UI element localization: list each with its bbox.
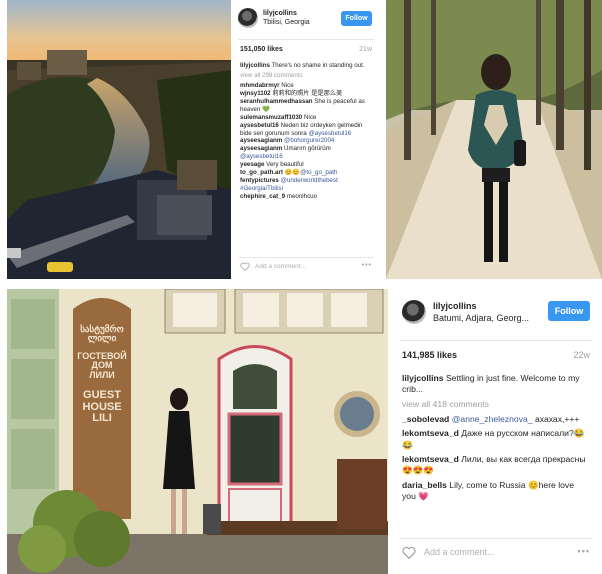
post2-add-comment-input[interactable]: Add a comment... bbox=[424, 547, 495, 557]
avatar[interactable] bbox=[238, 8, 258, 28]
post1-follow-button[interactable]: Follow bbox=[341, 11, 372, 26]
heart-icon[interactable] bbox=[402, 546, 416, 559]
comment: daria_bells Lily, come to Russia 😊here l… bbox=[402, 479, 574, 502]
comment: ayseesagianm @bohorgurer2004 bbox=[240, 137, 335, 145]
park-path-image bbox=[386, 0, 602, 279]
post1-location[interactable]: Tbilisi, Georgia bbox=[263, 18, 329, 27]
comment: chephire_cat_9 meonlhcuo bbox=[240, 193, 318, 200]
divider bbox=[400, 340, 592, 341]
comment: sulemansmuzaff1030 Nice bbox=[240, 113, 317, 121]
comment: lekomtseva_d Даже на русском написали?😂😂 bbox=[402, 428, 585, 450]
post2-view-all[interactable]: view all 418 comments bbox=[402, 399, 590, 410]
tbilisi-river-image bbox=[7, 0, 231, 279]
comment: wjnsy1102 莉莉和的照片 是是那么美 bbox=[240, 89, 343, 97]
comment: yeesage Very beautiful bbox=[240, 161, 304, 169]
post2-likes-row: 141,985 likes 22w bbox=[402, 350, 590, 360]
post2-more-options-icon[interactable]: ••• bbox=[578, 546, 590, 556]
post2-caption-user[interactable]: lilyjcollins bbox=[402, 373, 444, 383]
post1-view-all[interactable]: view all 299 comments bbox=[240, 72, 368, 80]
post2-add-comment-row: Add a comment... ••• bbox=[402, 545, 590, 561]
comment: seranhulhammedhassan She is peaceful as … bbox=[240, 97, 365, 113]
park-photo[interactable] bbox=[386, 0, 602, 279]
post1-time: 21w bbox=[359, 46, 372, 53]
post2-header: lilyjcollins Batumi, Adjara, Georg... Fo… bbox=[390, 289, 602, 335]
post1-panel: lilyjcollins Tbilisi, Georgia Follow 151… bbox=[232, 0, 380, 279]
sign-russian-line3: ЛИЛИ bbox=[89, 369, 115, 380]
comment: to_go_path.art 😊😊@to_go_path bbox=[240, 169, 338, 177]
post1-comments: lilyjcollins There's no shame in standin… bbox=[240, 62, 368, 201]
comment: fentypictures @underworldthebest #Georgi… bbox=[240, 177, 338, 193]
comment: aysesbetul16 Neden biz ordeyken gelmedin… bbox=[240, 121, 363, 137]
divider bbox=[238, 39, 374, 40]
sign-english-line3: LILI bbox=[92, 412, 112, 425]
post2-username[interactable]: lilyjcollins bbox=[433, 300, 541, 312]
post1-caption: lilyjcollins There's no shame in standin… bbox=[240, 62, 365, 69]
divider bbox=[400, 538, 592, 539]
post1-add-comment-input[interactable]: Add a comment... bbox=[255, 263, 306, 270]
guest-house-sign: სასტუმრო ლილი ГОСТЕВОЙ ДОМ ЛИЛИ GUEST HO… bbox=[73, 324, 131, 425]
sign-georgian-line2: ლილი bbox=[87, 333, 117, 344]
post1-likes-row: 151,050 likes 21w bbox=[240, 46, 372, 53]
post1-caption-user[interactable]: lilyjcollins bbox=[240, 62, 270, 69]
sign-english-line1: GUEST bbox=[83, 389, 121, 402]
guest-house-image bbox=[7, 289, 388, 574]
post1-add-comment-row: Add a comment... ••• bbox=[240, 262, 372, 274]
divider bbox=[238, 257, 374, 258]
post2-likes[interactable]: 141,985 likes bbox=[402, 350, 457, 360]
heart-icon[interactable] bbox=[240, 262, 250, 271]
avatar[interactable] bbox=[402, 300, 426, 324]
post2-time: 22w bbox=[573, 350, 590, 360]
comment: ayseesagianm Umarım görürüm @aysesbetul1… bbox=[240, 145, 331, 161]
post2-location[interactable]: Batumi, Adjara, Georg... bbox=[433, 312, 541, 324]
post2-caption: lilyjcollins Settling in just fine. Welc… bbox=[402, 373, 580, 395]
comment: lekomtseva_d Лили, вы как всегда прекрас… bbox=[402, 454, 586, 476]
post1-username[interactable]: lilyjcollins bbox=[263, 9, 329, 18]
post1-photo[interactable] bbox=[7, 0, 231, 279]
post2-photo[interactable]: სასტუმრო ლილი ГОСТЕВОЙ ДОМ ЛИЛИ GUEST HO… bbox=[7, 289, 388, 574]
comment: _sobolevad @anne_zheleznova_ ахахах,+++ bbox=[402, 414, 580, 425]
post1-likes[interactable]: 151,050 likes bbox=[240, 46, 283, 53]
post1-more-options-icon[interactable]: ••• bbox=[362, 262, 372, 269]
post2-comments: lilyjcollins Settling in just fine. Welc… bbox=[402, 373, 590, 502]
post2-panel: lilyjcollins Batumi, Adjara, Georg... Fo… bbox=[390, 289, 602, 574]
post2-follow-button[interactable]: Follow bbox=[548, 301, 590, 321]
comment: mhmdabrmyr Nice bbox=[240, 81, 294, 89]
post1-header: lilyjcollins Tbilisi, Georgia Follow bbox=[232, 0, 380, 36]
